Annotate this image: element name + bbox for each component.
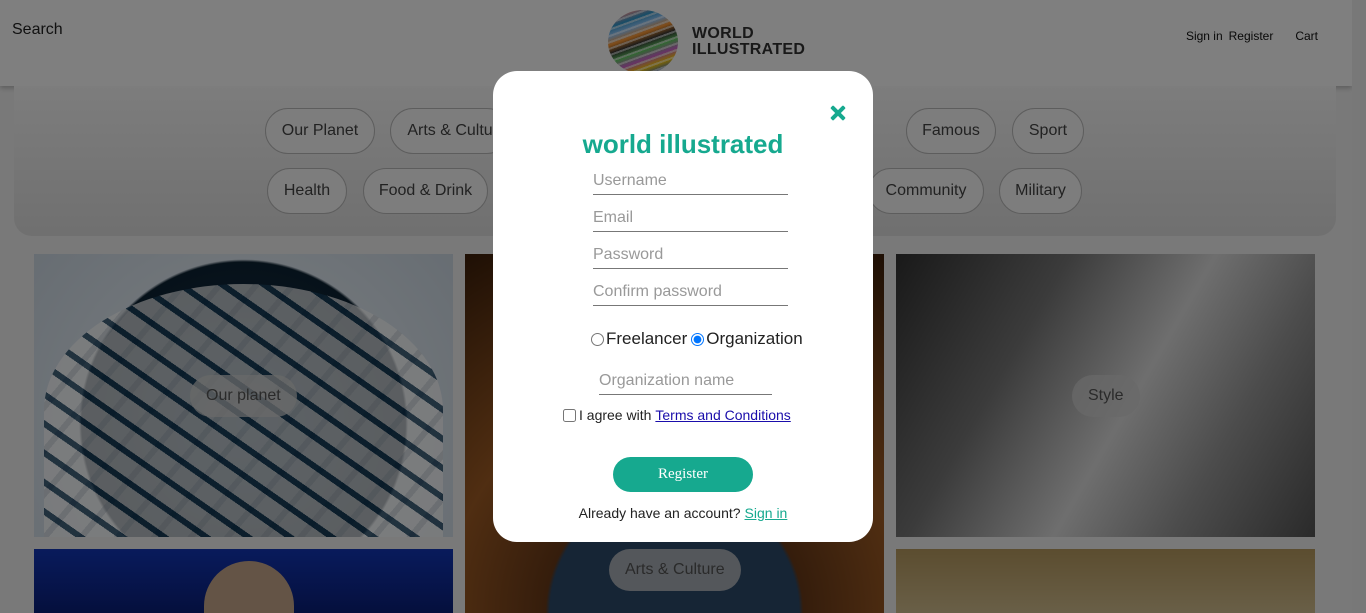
freelancer-label: Freelancer [606,329,688,348]
freelancer-radio[interactable] [591,332,604,346]
organization-label: Organization [706,329,803,348]
account-type-group: Freelancer Organization [589,329,803,349]
register-modal: world illustrated Freelancer Organizatio… [493,71,873,542]
email-field[interactable] [593,204,788,232]
confirm-password-field[interactable] [593,278,788,306]
sign-in-link-modal[interactable]: Sign in [745,505,788,521]
agree-text: I agree with [579,407,652,423]
organization-radio[interactable] [691,332,705,346]
close-icon[interactable] [826,101,850,125]
have-account-text: Already have an account? [578,505,741,521]
username-field[interactable] [593,167,788,195]
terms-link[interactable]: Terms and Conditions [655,407,790,423]
password-field[interactable] [593,241,788,269]
terms-agreement: I agree with Terms and Conditions [563,407,791,423]
modal-title: world illustrated [582,129,784,159]
sign-in-prompt: Already have an account? Sign in [493,505,873,521]
register-button[interactable]: Register [613,457,753,492]
agree-checkbox[interactable] [563,408,576,422]
organization-name-field[interactable] [599,367,772,395]
